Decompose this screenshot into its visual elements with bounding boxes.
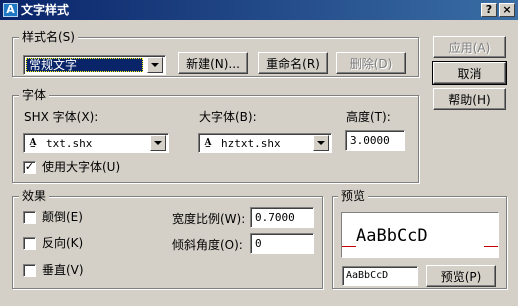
use-big-font-checkbox[interactable]: ✓: [23, 161, 36, 174]
big-font-combo[interactable]: A̲ hztxt.shx: [198, 133, 332, 153]
width-factor-input[interactable]: 0.7000: [250, 207, 314, 228]
preview-baseline-right: [484, 246, 498, 247]
preview-group-title: 预览: [338, 189, 369, 203]
help-button[interactable]: 帮助(H): [433, 88, 506, 110]
font-group-title: 字体: [19, 88, 50, 102]
preview-baseline-left: [342, 246, 356, 247]
preview-text-value: AaBbCcD: [346, 270, 389, 281]
height-value: 3.0000: [350, 134, 390, 147]
style-name-combo[interactable]: 常规文字: [23, 55, 166, 75]
help-title-button[interactable]: ?: [481, 3, 497, 17]
style-name-selection: 常规文字: [26, 58, 143, 72]
new-style-button[interactable]: 新建(N)...: [178, 52, 248, 74]
apply-button[interactable]: 应用(A): [433, 36, 506, 58]
oblique-angle-input[interactable]: 0: [250, 233, 314, 254]
cancel-button[interactable]: 取消: [432, 61, 507, 85]
window-title: 文字样式: [21, 3, 70, 17]
height-label: 高度(T):: [346, 110, 391, 124]
shx-font-combo[interactable]: A̲ txt.shx: [23, 133, 169, 153]
close-title-button[interactable]: ×: [499, 3, 515, 17]
big-font-value: hztxt.shx: [221, 137, 281, 150]
preview-button[interactable]: 预览(P): [426, 265, 496, 287]
font-file-icon: A̲: [29, 138, 37, 148]
width-factor-value: 0.7000: [255, 211, 295, 224]
effects-group-title: 效果: [19, 189, 50, 203]
rename-style-button[interactable]: 重命名(R): [258, 52, 328, 74]
style-name-group-title: 样式名(S): [19, 30, 78, 44]
backwards-checkbox[interactable]: [23, 237, 36, 250]
shx-font-label: SHX 字体(X):: [24, 110, 99, 124]
preview-sample-text: AaBbCcD: [356, 226, 428, 246]
checkmark-icon: ✓: [24, 160, 35, 173]
font-file-icon: A̲: [204, 138, 212, 148]
chevron-down-icon[interactable]: [147, 57, 163, 73]
shx-font-value: txt.shx: [46, 137, 93, 150]
chevron-down-icon[interactable]: [313, 135, 329, 151]
autocad-icon: A: [3, 3, 18, 17]
upside-down-label: 颠倒(E): [42, 210, 83, 224]
delete-style-button[interactable]: 删除(D): [336, 52, 406, 74]
vertical-checkbox[interactable]: [23, 264, 36, 277]
vertical-label: 垂直(V): [42, 263, 84, 277]
backwards-label: 反向(K): [42, 236, 84, 250]
chevron-down-icon[interactable]: [150, 135, 166, 151]
oblique-angle-label: 倾斜角度(O):: [172, 238, 243, 252]
big-font-label: 大字体(B):: [199, 110, 257, 124]
height-input[interactable]: 3.0000: [345, 130, 405, 151]
use-big-font-label: 使用大字体(U): [42, 160, 121, 174]
oblique-angle-value: 0: [255, 237, 262, 250]
title-bar[interactable]: A 文字样式 ? ×: [0, 0, 518, 20]
width-factor-label: 宽度比例(W):: [172, 212, 246, 226]
style-name-value: 常规文字: [29, 58, 78, 72]
upside-down-checkbox[interactable]: [23, 211, 36, 224]
preview-text-input[interactable]: AaBbCcD: [342, 266, 418, 286]
preview-panel: AaBbCcD: [341, 212, 499, 258]
